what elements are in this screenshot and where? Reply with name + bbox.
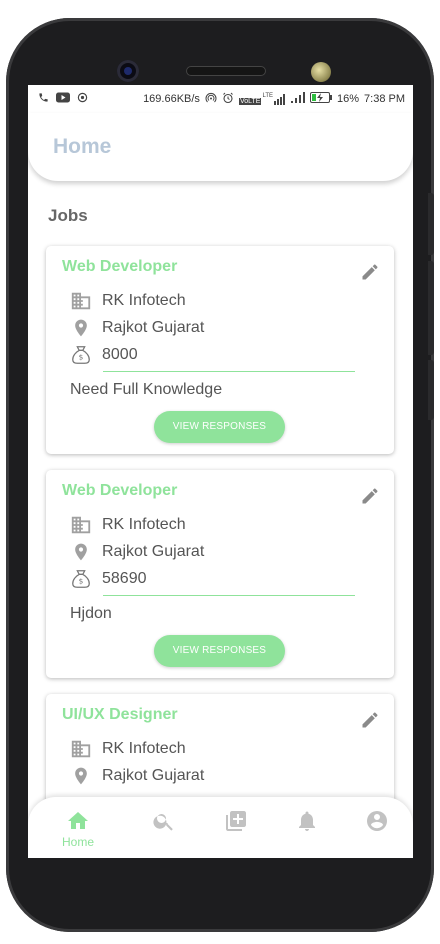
battery-charging-icon	[310, 92, 332, 106]
building-icon	[70, 290, 92, 312]
location-text: Rajkot Gujarat	[102, 543, 205, 560]
phone-frame: 169.66KB/s VoLTE LTE 16% 7:38 PM Home Jo…	[6, 18, 434, 932]
account-circle-icon	[367, 811, 387, 831]
location-pin-icon	[70, 765, 92, 787]
notification-bell-icon	[299, 811, 315, 831]
salary-divider	[103, 595, 355, 596]
clock: 7:38 PM	[364, 93, 405, 105]
location-text: Rajkot Gujarat	[102, 767, 205, 784]
phone-side-button	[428, 261, 434, 355]
jobs-section-title: Jobs	[48, 206, 88, 225]
app-bar: Home	[28, 113, 413, 181]
svg-text:$: $	[79, 577, 84, 586]
company-row: RK Infotech	[70, 514, 186, 536]
nav-notifications[interactable]	[287, 809, 327, 849]
svg-text:$: $	[79, 353, 84, 362]
bottom-navigation: Home	[28, 797, 413, 858]
phone-call-icon	[38, 92, 49, 106]
location-pin-icon	[70, 317, 92, 339]
company-name: RK Infotech	[102, 516, 186, 533]
money-bag-icon: $	[70, 344, 92, 366]
view-responses-button[interactable]: VIEW RESPONSES	[154, 635, 285, 667]
edit-icon[interactable]	[360, 486, 380, 506]
screen: 169.66KB/s VoLTE LTE 16% 7:38 PM Home Jo…	[28, 85, 413, 858]
edit-icon[interactable]	[360, 262, 380, 282]
job-title: UI/UX Designer	[62, 706, 178, 723]
location-row: Rajkot Gujarat	[70, 317, 204, 339]
proximity-sensor	[311, 62, 331, 82]
youtube-icon	[56, 92, 70, 106]
volte-signal-icon: VoLTE LTE	[238, 93, 286, 105]
company-name: RK Infotech	[102, 740, 186, 757]
nav-profile[interactable]	[357, 809, 397, 849]
building-icon	[70, 738, 92, 760]
nav-home-label: Home	[61, 835, 94, 849]
phone-side-button	[428, 193, 434, 255]
view-responses-button[interactable]: VIEW RESPONSES	[154, 411, 285, 443]
salary-divider	[103, 371, 355, 372]
job-card[interactable]: Web Developer RK Infotech Rajkot Gujarat…	[46, 246, 394, 454]
search-icon	[153, 814, 173, 831]
salary-row: $ 8000	[70, 344, 138, 366]
location-row: Rajkot Gujarat	[70, 765, 204, 787]
phone-side-button	[428, 360, 434, 420]
location-text: Rajkot Gujarat	[102, 319, 205, 336]
earpiece-speaker	[186, 66, 266, 76]
job-description: Hjdon	[70, 605, 112, 622]
company-row: RK Infotech	[70, 290, 186, 312]
battery-percent: 16%	[337, 93, 360, 105]
company-name: RK Infotech	[102, 292, 186, 309]
add-post-icon	[226, 811, 246, 831]
company-row: RK Infotech	[70, 738, 186, 760]
nav-home[interactable]: Home	[58, 809, 98, 849]
job-title: Web Developer	[62, 482, 178, 499]
nav-add-post[interactable]	[216, 809, 256, 849]
salary-row: $ 58690	[70, 568, 147, 590]
job-card[interactable]: Web Developer RK Infotech Rajkot Gujarat…	[46, 470, 394, 678]
money-bag-icon: $	[70, 568, 92, 590]
status-bar: 169.66KB/s VoLTE LTE 16% 7:38 PM	[28, 85, 413, 113]
location-row: Rajkot Gujarat	[70, 541, 204, 563]
page-title: Home	[53, 135, 112, 158]
building-icon	[70, 514, 92, 536]
signal-strength-icon	[291, 92, 305, 106]
alarm-icon	[222, 92, 234, 107]
edit-icon[interactable]	[360, 710, 380, 730]
job-description: Need Full Knowledge	[70, 381, 223, 398]
record-icon	[77, 92, 88, 106]
home-icon	[68, 812, 88, 829]
job-title: Web Developer	[62, 258, 178, 275]
network-speed: 169.66KB/s	[143, 93, 200, 105]
hotspot-icon	[205, 92, 217, 107]
salary-value: 58690	[102, 570, 147, 587]
salary-value: 8000	[102, 346, 138, 363]
location-pin-icon	[70, 541, 92, 563]
nav-search[interactable]	[144, 809, 184, 849]
front-camera	[117, 60, 139, 82]
